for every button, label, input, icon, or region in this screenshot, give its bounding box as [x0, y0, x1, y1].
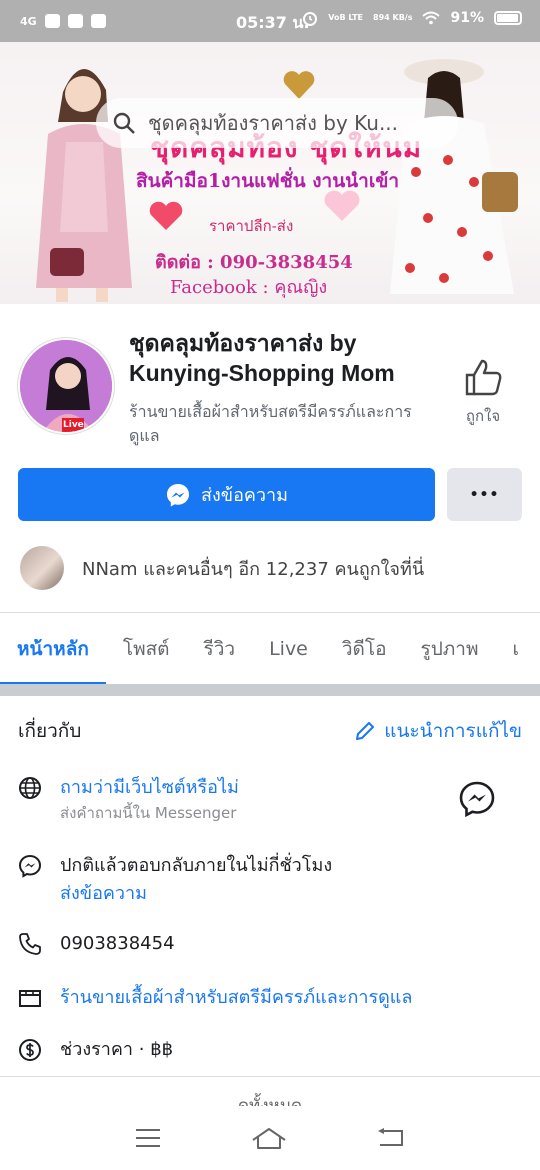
- globe-icon: [19, 777, 41, 799]
- search-icon: [113, 112, 135, 134]
- page-tabs: หน้าหลัก โพสต์ รีวิว Live วิดีโอ รูปภาพ …: [0, 613, 540, 685]
- tab-videos[interactable]: วิดีโอ: [325, 613, 404, 685]
- page-search-bar[interactable]: ชุดคลุมท้องราคาส่ง by Ku...: [96, 98, 458, 148]
- category-row[interactable]: ร้านขายเสื้อผ้าสำหรับสตรีมีครรภ์และการดู…: [18, 984, 522, 1012]
- tab-live[interactable]: Live: [252, 613, 325, 685]
- friends-like-text: NNam และคนอื่นๆ อีก 12,237 คนถูกใจที่นี่: [82, 558, 425, 580]
- tab-more[interactable]: เ: [496, 613, 537, 685]
- send-message-button[interactable]: ส่งข้อความ: [18, 468, 435, 521]
- website-info-row[interactable]: ถามว่ามีเว็บไซต์หรือไม่ ส่งคำถามนี้ใน Me…: [18, 774, 522, 824]
- cover-photo[interactable]: ชุดคลุมท้อง ชุดให้นม สินค้ามือ1งานแฟชั่น…: [0, 42, 540, 304]
- friend-avatar: [20, 546, 64, 590]
- response-time-text: ปกติแล้วตอบกลับภายในไม่กี่ชั่วโมง: [60, 855, 333, 876]
- price-range-text: ช่วงราคา · ฿฿: [60, 1039, 174, 1060]
- cover-model-right-image: [390, 59, 518, 294]
- clock: 05:37 น.: [236, 13, 310, 32]
- phone-row[interactable]: 0903838454: [18, 930, 522, 958]
- dollar-icon: [19, 1039, 41, 1061]
- tab-photos[interactable]: รูปภาพ: [404, 613, 496, 685]
- wifi-icon: [422, 11, 441, 25]
- category-link[interactable]: ร้านขายเสื้อผ้าสำหรับสตรีมีครรภ์และการดู…: [60, 984, 412, 1012]
- page-category: ร้านขายเสื้อผ้าสำหรับสตรีมีครรภ์และการดู…: [129, 402, 412, 445]
- more-options-label: •••: [469, 486, 500, 503]
- pencil-icon: [356, 722, 375, 740]
- send-message-link[interactable]: ส่งข้อความ: [60, 880, 332, 908]
- youtube-notification-icon: [44, 14, 60, 28]
- tab-reviews[interactable]: รีวิว: [187, 613, 253, 685]
- status-bar: 4G 05:37 น. VoB LTE 894 KB/s 91%: [0, 0, 540, 42]
- mail-notification-icon: [90, 14, 106, 28]
- cover-contact-facebook: Facebook : คุณญิง: [170, 277, 328, 298]
- menu-icon[interactable]: [134, 1127, 162, 1149]
- messenger-response-icon: [18, 854, 42, 878]
- tab-posts[interactable]: โพสต์: [106, 613, 187, 685]
- suggest-edit-label: แนะนำการแก้ไข: [384, 720, 522, 742]
- cover-model-left-image: [36, 68, 132, 302]
- like-label: ถูกใจ: [465, 407, 501, 425]
- page-title: ชุดคลุมท้องราคาส่ง by Kunying-Shopping M…: [129, 330, 395, 386]
- battery-icon: [494, 11, 522, 25]
- phone-number[interactable]: 0903838454: [60, 930, 175, 958]
- thumbs-up-icon: [465, 359, 502, 396]
- messenger-icon: [166, 483, 189, 506]
- cover-price-text: ราคาปลีก-ส่ง: [209, 217, 294, 235]
- phone-icon: [19, 933, 41, 955]
- gold-heart-decoration: [283, 71, 315, 99]
- battery-percent: 91%: [450, 10, 484, 26]
- alarm-icon: [303, 12, 318, 26]
- system-navigation-bar: [0, 1106, 540, 1170]
- more-options-button[interactable]: •••: [447, 468, 522, 521]
- back-icon[interactable]: [376, 1127, 406, 1149]
- about-heading: เกี่ยวกับ: [18, 720, 82, 742]
- store-icon: [19, 990, 41, 1007]
- ask-website-link[interactable]: ถามว่ามีเว็บไซต์หรือไม่: [60, 774, 239, 802]
- section-separator: [0, 684, 540, 696]
- heart-decoration-icon: [149, 201, 183, 230]
- suggest-edit-link[interactable]: แนะนำการแก้ไข: [354, 716, 522, 746]
- volte-indicator: VoB LTE: [328, 13, 364, 22]
- divider: [0, 1076, 540, 1077]
- page-avatar[interactable]: Live: [18, 338, 114, 434]
- heart-outline-decoration-icon: [324, 190, 360, 221]
- facebook-notification-icon: [67, 14, 83, 28]
- home-icon[interactable]: [251, 1126, 287, 1150]
- send-message-label: ส่งข้อความ: [200, 485, 288, 506]
- price-range-row: ช่วงราคา · ฿฿: [18, 1036, 522, 1064]
- like-page-button[interactable]: ถูกใจ: [458, 358, 508, 425]
- ask-website-subtext: ส่งคำถามนี้ใน Messenger: [60, 804, 237, 822]
- tab-home[interactable]: หน้าหลัก: [0, 613, 106, 685]
- network-speed: 894 KB/s: [373, 13, 413, 22]
- live-badge: Live: [63, 420, 84, 430]
- response-time-row: ปกติแล้วตอบกลับภายในไม่กี่ชั่วโมง ส่งข้อ…: [18, 852, 522, 908]
- messenger-outline-icon[interactable]: [458, 780, 496, 818]
- search-text: ชุดคลุมท้องราคาส่ง by Ku...: [148, 111, 399, 135]
- network-indicator: 4G: [20, 14, 37, 28]
- friends-like-summary[interactable]: NNam และคนอื่นๆ อีก 12,237 คนถูกใจที่นี่: [0, 540, 540, 596]
- page-profile-header: Live ชุดคลุมท้องราคาส่ง by Kunying-Shopp…: [0, 320, 540, 460]
